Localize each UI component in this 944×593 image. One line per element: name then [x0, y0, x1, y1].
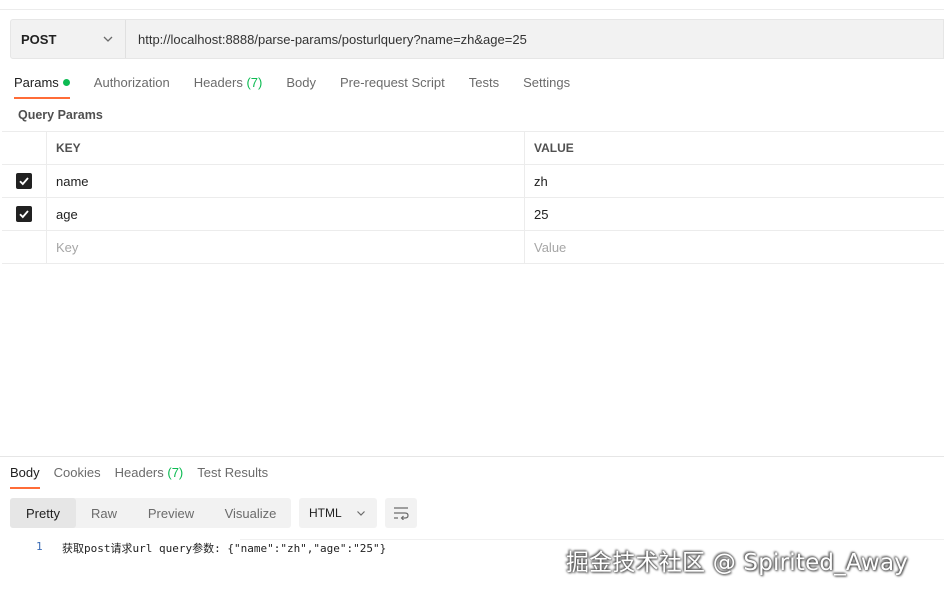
- tab-params-label: Params: [14, 75, 59, 90]
- param-checkbox[interactable]: [16, 173, 32, 189]
- response-tab-test-results[interactable]: Test Results: [197, 465, 268, 489]
- tab-pre-request-script[interactable]: Pre-request Script: [340, 74, 445, 99]
- top-divider: [0, 0, 944, 10]
- watermark: 掘金技术社区 @ Spirited_Away: [566, 550, 909, 576]
- table-row: name zh: [2, 165, 944, 198]
- response-tab-headers-label: Headers: [114, 465, 164, 480]
- tab-headers[interactable]: Headers (7): [194, 74, 263, 99]
- tab-headers-count: (7): [246, 75, 263, 90]
- table-row: age 25: [2, 198, 944, 231]
- response-tabs: Body Cookies Headers (7) Test Results: [10, 465, 282, 489]
- request-bar: POST http://localhost:8888/parse-params/…: [10, 19, 944, 59]
- tab-settings[interactable]: Settings: [523, 74, 570, 99]
- response-body-text[interactable]: 获取post请求url query参数: {"name":"zh","age":…: [62, 540, 386, 556]
- query-params-title: Query Params: [18, 108, 103, 122]
- view-raw-button[interactable]: Raw: [76, 498, 132, 528]
- new-param-row: Key Value: [2, 231, 944, 264]
- tab-tests[interactable]: Tests: [469, 74, 499, 99]
- response-tab-headers-count: (7): [167, 465, 184, 480]
- wrap-lines-icon: [394, 507, 409, 520]
- param-value-cell[interactable]: zh: [525, 165, 944, 197]
- format-select[interactable]: HTML: [299, 498, 377, 528]
- view-pretty-button[interactable]: Pretty: [10, 498, 76, 528]
- query-params-table: KEY VALUE name zh age 25 Key Value: [2, 131, 944, 264]
- line-number: 1: [36, 540, 43, 553]
- tab-body-label: Body: [286, 75, 316, 90]
- tab-tests-label: Tests: [468, 75, 500, 90]
- format-select-label: HTML: [309, 506, 342, 520]
- chevron-down-icon: [103, 36, 113, 42]
- tab-params[interactable]: Params: [14, 74, 70, 99]
- view-preview-button[interactable]: Preview: [132, 498, 210, 528]
- column-header-key: KEY: [47, 132, 525, 164]
- param-key-cell[interactable]: age: [47, 198, 525, 230]
- wrap-lines-button[interactable]: [385, 498, 417, 528]
- param-key-cell[interactable]: name: [47, 165, 525, 197]
- tab-body[interactable]: Body: [286, 74, 316, 99]
- method-label: POST: [21, 31, 57, 47]
- response-tab-body-label: Body: [10, 465, 40, 480]
- new-param-check-cell: [2, 231, 47, 263]
- param-checkbox[interactable]: [16, 206, 32, 222]
- response-tab-test-results-label: Test Results: [197, 465, 269, 480]
- table-header-row: KEY VALUE: [2, 132, 944, 165]
- param-value-cell[interactable]: 25: [525, 198, 944, 230]
- tab-authorization-label: Authorization: [93, 75, 170, 90]
- view-mode-toggle: Pretty Raw Preview Visualize: [10, 498, 291, 528]
- chevron-down-icon: [357, 511, 365, 516]
- new-param-value-input[interactable]: Value: [525, 231, 944, 263]
- params-active-dot: [62, 79, 70, 86]
- param-check-cell: [2, 165, 47, 197]
- tab-pre-request-script-label: Pre-request Script: [339, 75, 445, 90]
- request-tabs: Params Authorization Headers (7) Body Pr…: [14, 74, 594, 100]
- response-tab-cookies[interactable]: Cookies: [54, 465, 101, 489]
- method-select[interactable]: POST: [11, 20, 126, 58]
- param-check-cell: [2, 198, 47, 230]
- url-input[interactable]: http://localhost:8888/parse-params/postu…: [138, 20, 527, 58]
- tab-settings-label: Settings: [523, 75, 571, 90]
- checkmark-icon: [19, 210, 29, 219]
- response-divider[interactable]: [0, 456, 944, 457]
- checkmark-icon: [19, 177, 29, 186]
- column-header-value: VALUE: [534, 141, 574, 155]
- new-param-key-input[interactable]: Key: [47, 231, 525, 263]
- tab-headers-label: Headers: [193, 75, 243, 90]
- response-tab-cookies-label: Cookies: [53, 465, 101, 480]
- response-tab-headers[interactable]: Headers (7): [115, 465, 184, 489]
- view-visualize-button[interactable]: Visualize: [210, 498, 291, 528]
- response-tab-body[interactable]: Body: [10, 465, 40, 489]
- tab-authorization[interactable]: Authorization: [94, 74, 170, 99]
- header-check-cell: [2, 132, 47, 164]
